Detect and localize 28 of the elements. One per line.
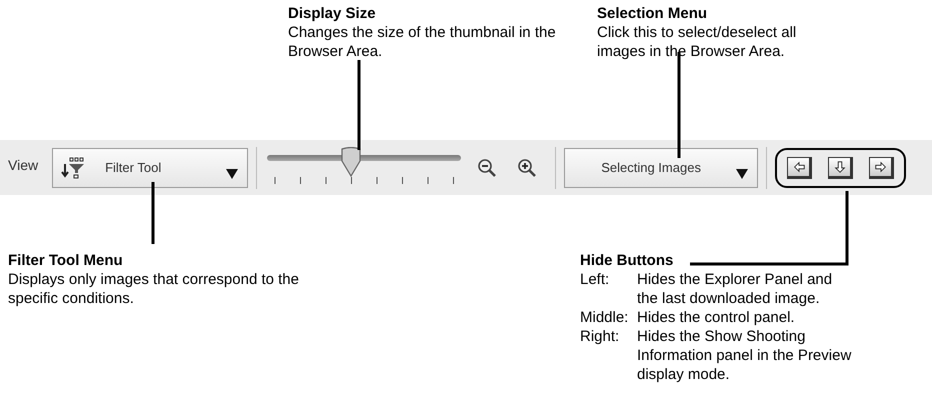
arrow-down-icon [832, 160, 847, 174]
zoom-out-icon[interactable] [477, 158, 498, 178]
callout-text: Changes the size of the thumbnail in the Browser Area. [288, 23, 557, 61]
hide-button[interactable] [869, 156, 894, 178]
caret-icon [226, 168, 238, 178]
item-label: Middle: [580, 308, 630, 327]
item-description: Hides the Show Shooting Information panel in the Preview display mode. [637, 327, 852, 384]
arrow-left-icon [792, 160, 806, 174]
hide-button[interactable] [828, 156, 854, 178]
selection-dropdown[interactable]: Selecting Images [564, 148, 758, 188]
callout-title: Selection Menu [597, 4, 708, 23]
item-label: Left: [580, 270, 610, 290]
caret-icon [736, 168, 748, 178]
zoom-in-icon[interactable] [517, 158, 538, 178]
callout-title: Filter Tool Menu [8, 251, 124, 270]
hide-button[interactable] [787, 156, 812, 178]
callout-text: Displays only images that correspond to the specific conditions. [8, 270, 300, 308]
callout-title: Hide Buttons [580, 251, 674, 270]
item-description: Hides the control panel. [637, 308, 796, 327]
callout-title: Display Size [288, 4, 377, 23]
filter-tool-dropdown[interactable]: Filter Tool [52, 148, 248, 188]
filter-icon [61, 156, 86, 178]
item-label: Right: [580, 327, 620, 347]
slider-thumb[interactable] [338, 146, 362, 176]
leader-line [152, 182, 154, 244]
item-description: Hides the Explorer Panel and the last downloaded image. [637, 270, 834, 308]
view-label: View [8, 156, 38, 172]
arrow-right-icon [874, 160, 888, 174]
